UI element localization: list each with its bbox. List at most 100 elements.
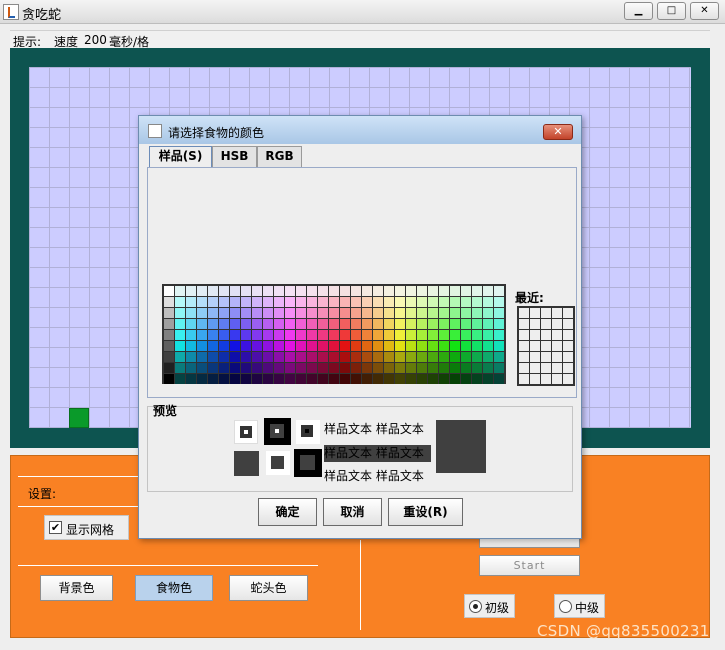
color-swatch[interactable]: [439, 286, 449, 296]
color-swatch[interactable]: [384, 341, 394, 351]
color-swatch[interactable]: [318, 330, 328, 340]
color-swatch[interactable]: [197, 297, 207, 307]
color-swatch-grid[interactable]: [162, 284, 506, 384]
color-swatch[interactable]: [164, 286, 174, 296]
color-swatch[interactable]: [472, 319, 482, 329]
recent-swatch[interactable]: [552, 308, 562, 318]
minimize-button[interactable]: ▁: [624, 2, 653, 20]
color-swatch[interactable]: [274, 308, 284, 318]
color-swatch[interactable]: [494, 363, 504, 373]
color-swatch[interactable]: [197, 374, 207, 384]
recent-swatch[interactable]: [563, 330, 573, 340]
color-swatch[interactable]: [417, 319, 427, 329]
color-swatch[interactable]: [263, 286, 273, 296]
color-swatch[interactable]: [318, 297, 328, 307]
color-swatch[interactable]: [263, 308, 273, 318]
color-swatch[interactable]: [208, 341, 218, 351]
color-swatch[interactable]: [483, 363, 493, 373]
color-swatch[interactable]: [406, 319, 416, 329]
color-swatch[interactable]: [417, 352, 427, 362]
color-swatch[interactable]: [406, 363, 416, 373]
color-swatch[interactable]: [263, 319, 273, 329]
recent-swatch[interactable]: [519, 374, 529, 384]
color-swatch[interactable]: [296, 330, 306, 340]
color-swatch[interactable]: [494, 319, 504, 329]
recent-swatch[interactable]: [563, 352, 573, 362]
color-swatch[interactable]: [263, 341, 273, 351]
color-swatch[interactable]: [219, 363, 229, 373]
color-swatch[interactable]: [285, 363, 295, 373]
color-swatch[interactable]: [384, 297, 394, 307]
color-swatch[interactable]: [219, 352, 229, 362]
recent-swatch[interactable]: [552, 330, 562, 340]
recent-swatch[interactable]: [563, 374, 573, 384]
tab-swatches[interactable]: 样品(S): [149, 146, 212, 168]
color-swatch[interactable]: [252, 363, 262, 373]
recent-swatch[interactable]: [519, 363, 529, 373]
color-swatch[interactable]: [340, 308, 350, 318]
color-swatch[interactable]: [483, 374, 493, 384]
color-swatch[interactable]: [373, 352, 383, 362]
color-swatch[interactable]: [362, 374, 372, 384]
color-swatch[interactable]: [362, 352, 372, 362]
color-swatch[interactable]: [362, 330, 372, 340]
color-swatch[interactable]: [406, 297, 416, 307]
color-swatch[interactable]: [362, 286, 372, 296]
recent-swatch[interactable]: [530, 330, 540, 340]
color-swatch[interactable]: [252, 330, 262, 340]
color-swatch[interactable]: [274, 297, 284, 307]
color-swatch[interactable]: [219, 330, 229, 340]
color-swatch[interactable]: [483, 341, 493, 351]
color-swatch[interactable]: [384, 319, 394, 329]
recent-swatch[interactable]: [541, 319, 551, 329]
color-swatch[interactable]: [263, 352, 273, 362]
color-swatch[interactable]: [318, 319, 328, 329]
color-swatch[interactable]: [329, 352, 339, 362]
color-swatch[interactable]: [307, 352, 317, 362]
color-swatch[interactable]: [219, 341, 229, 351]
food-color-button[interactable]: 食物色: [135, 575, 213, 601]
color-swatch[interactable]: [461, 352, 471, 362]
color-swatch[interactable]: [340, 341, 350, 351]
color-swatch[interactable]: [186, 297, 196, 307]
recent-swatch[interactable]: [552, 319, 562, 329]
color-swatch[interactable]: [439, 352, 449, 362]
color-swatch[interactable]: [318, 286, 328, 296]
color-swatch[interactable]: [186, 352, 196, 362]
color-swatch[interactable]: [197, 308, 207, 318]
color-swatch[interactable]: [164, 297, 174, 307]
color-swatch[interactable]: [406, 352, 416, 362]
color-swatch[interactable]: [461, 308, 471, 318]
color-swatch[interactable]: [483, 286, 493, 296]
color-swatch[interactable]: [439, 319, 449, 329]
color-swatch[interactable]: [241, 319, 251, 329]
color-swatch[interactable]: [395, 363, 405, 373]
color-swatch[interactable]: [274, 374, 284, 384]
recent-swatch[interactable]: [530, 319, 540, 329]
color-swatch[interactable]: [450, 286, 460, 296]
color-swatch[interactable]: [208, 363, 218, 373]
recent-swatch[interactable]: [519, 308, 529, 318]
color-swatch[interactable]: [417, 363, 427, 373]
color-swatch[interactable]: [329, 308, 339, 318]
level-radio-beginner[interactable]: 初级: [464, 594, 515, 618]
color-swatch[interactable]: [208, 352, 218, 362]
color-swatch[interactable]: [450, 308, 460, 318]
color-swatch[interactable]: [318, 352, 328, 362]
color-swatch[interactable]: [406, 374, 416, 384]
color-swatch[interactable]: [373, 297, 383, 307]
color-swatch[interactable]: [241, 297, 251, 307]
color-swatch[interactable]: [307, 319, 317, 329]
color-swatch[interactable]: [307, 341, 317, 351]
color-swatch[interactable]: [175, 363, 185, 373]
color-swatch[interactable]: [351, 341, 361, 351]
color-swatch[interactable]: [285, 286, 295, 296]
color-swatch[interactable]: [362, 319, 372, 329]
recent-swatch[interactable]: [541, 363, 551, 373]
color-swatch[interactable]: [230, 330, 240, 340]
color-swatch[interactable]: [274, 286, 284, 296]
color-swatch[interactable]: [362, 341, 372, 351]
recent-swatch[interactable]: [530, 363, 540, 373]
recent-swatch[interactable]: [519, 341, 529, 351]
color-swatch[interactable]: [197, 352, 207, 362]
